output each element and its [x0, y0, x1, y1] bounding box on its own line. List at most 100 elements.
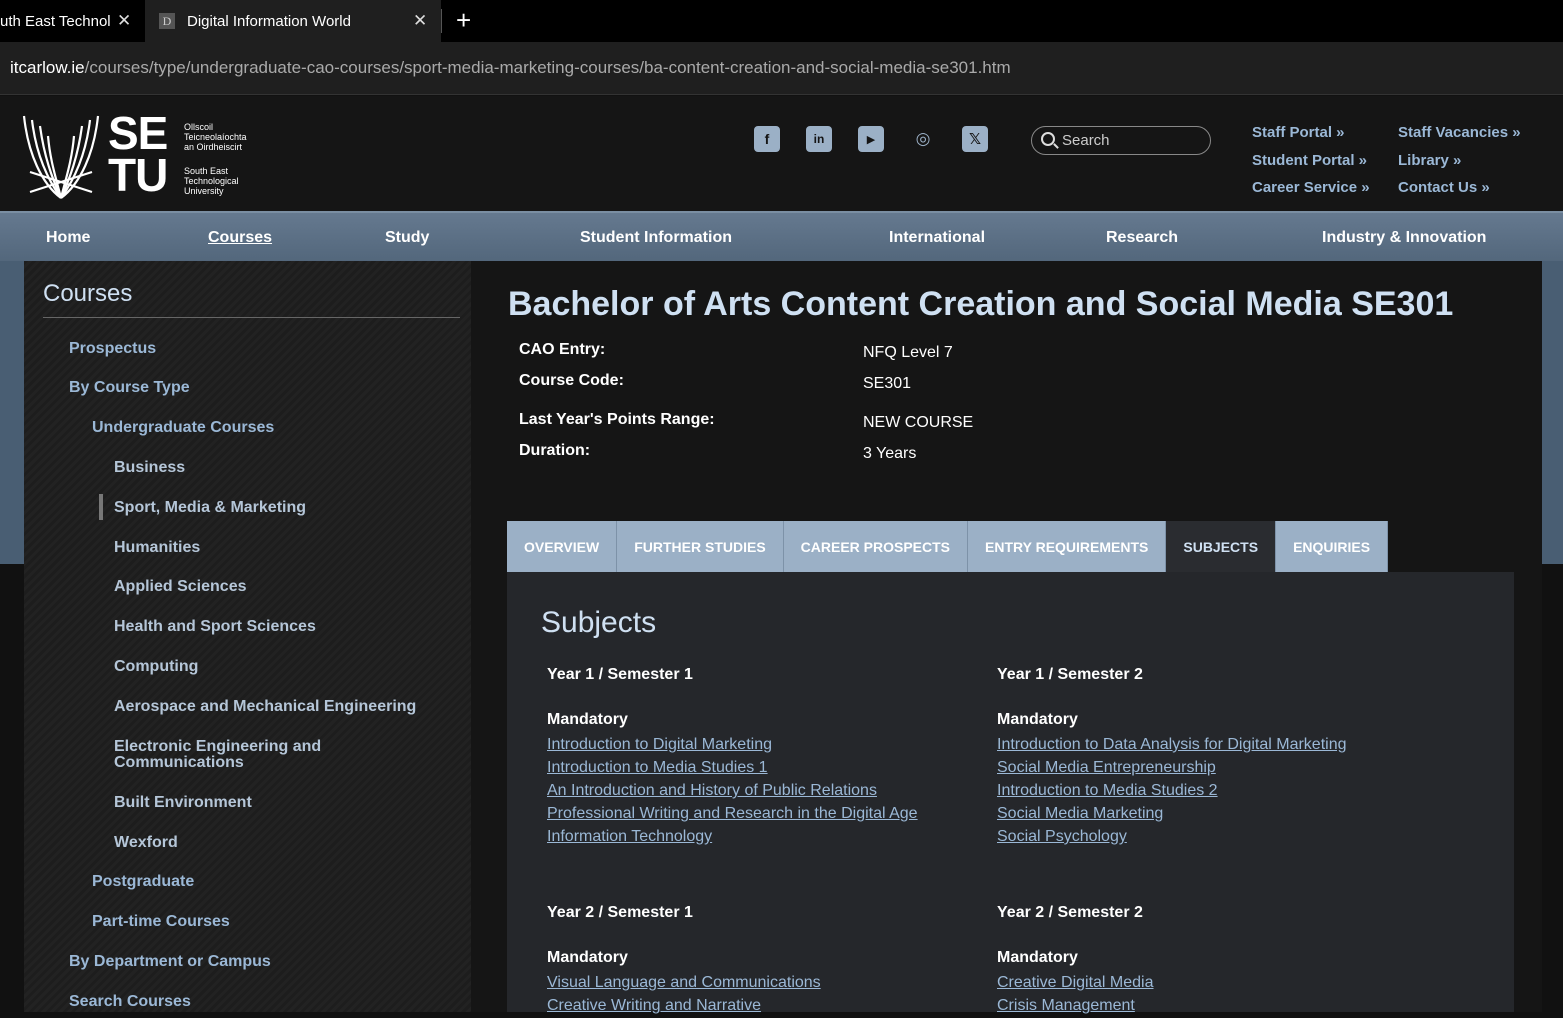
- logo-text-line: Teicneolaíochta: [184, 132, 247, 142]
- duration-value: 3 Years: [863, 445, 917, 462]
- semester-heading: Year 2 / Semester 1: [547, 904, 693, 921]
- mandatory-label: Mandatory: [997, 949, 1078, 966]
- subject-link[interactable]: Visual Language and Communications: [547, 972, 977, 995]
- semester-y1s2: Year 1 / Semester 2 Mandatory Introducti…: [997, 666, 1427, 849]
- student-portal-link[interactable]: Student Portal »: [1252, 152, 1367, 169]
- course-tabs: OVERVIEW FURTHER STUDIES CAREER PROSPECT…: [507, 521, 1389, 572]
- sidebar-item-business[interactable]: Business: [114, 460, 185, 476]
- sidebar-item-aerospace-mechanical[interactable]: Aerospace and Mechanical Engineering: [114, 699, 416, 715]
- logo-text-line: an Oirdheiscirt: [184, 142, 243, 152]
- nav-home[interactable]: Home: [46, 229, 90, 247]
- subject-link[interactable]: Creative Digital Media: [997, 972, 1427, 995]
- semester-heading: Year 2 / Semester 2: [997, 904, 1143, 921]
- logo-tu: TU: [108, 149, 168, 201]
- career-service-link[interactable]: Career Service »: [1252, 179, 1370, 196]
- nav-research[interactable]: Research: [1106, 229, 1178, 247]
- logo-se: SE: [108, 107, 168, 159]
- sidebar-item-health-sport-sciences[interactable]: Health and Sport Sciences: [114, 619, 316, 635]
- browser-tab-bar: uth East Technol ✕ D Digital Information…: [0, 0, 1563, 42]
- logo-text-line: Technological: [184, 176, 239, 186]
- subject-link[interactable]: Introduction to Digital Marketing: [547, 734, 977, 757]
- facebook-icon[interactable]: f: [754, 126, 780, 152]
- tab-career-prospects[interactable]: CAREER PROSPECTS: [783, 521, 969, 572]
- tab-entry-requirements[interactable]: ENTRY REQUIREMENTS: [968, 521, 1167, 572]
- logo-text-line: South East: [184, 166, 229, 176]
- tab-title: uth East Technol: [0, 12, 111, 30]
- site-search-input[interactable]: Search: [1031, 126, 1211, 155]
- logo-english-name: South East Technological University: [184, 166, 239, 196]
- course-content: Bachelor of Arts Content Creation and So…: [471, 261, 1542, 1014]
- sidebar-divider: [43, 317, 460, 318]
- sidebar-item-electronic-engineering[interactable]: Electronic Engineering and: [114, 739, 321, 755]
- tab-title: Digital Information World: [187, 12, 351, 30]
- sidebar-item-by-course-type[interactable]: By Course Type: [69, 380, 190, 396]
- library-link[interactable]: Library »: [1398, 152, 1461, 169]
- nav-study[interactable]: Study: [385, 229, 429, 247]
- address-bar[interactable]: itcarlow.ie/courses/type/undergraduate-c…: [0, 42, 1563, 95]
- tab-divider: [441, 9, 442, 33]
- site-favicon-icon: D: [159, 13, 175, 29]
- logo-text-line: Ollscoil: [184, 122, 214, 132]
- subject-link[interactable]: Professional Writing and Research in the…: [547, 803, 977, 826]
- sidebar-item-postgraduate[interactable]: Postgraduate: [92, 874, 194, 890]
- tab-further-studies[interactable]: FURTHER STUDIES: [617, 521, 784, 572]
- tab-subjects[interactable]: SUBJECTS: [1166, 521, 1277, 572]
- subject-link[interactable]: Crisis Management: [997, 995, 1427, 1018]
- points-range-value: NEW COURSE: [863, 414, 974, 431]
- staff-vacancies-link[interactable]: Staff Vacancies »: [1398, 124, 1521, 141]
- subject-link[interactable]: An Introduction and History of Public Re…: [547, 780, 977, 803]
- subjects-panel: Subjects Year 1 / Semester 1 Mandatory I…: [507, 572, 1514, 1014]
- close-tab-icon[interactable]: ✕: [413, 11, 427, 31]
- browser-tab-setu[interactable]: uth East Technol ✕: [0, 0, 144, 42]
- semester-y1s1: Year 1 / Semester 1 Mandatory Introducti…: [547, 666, 977, 849]
- nav-international[interactable]: International: [889, 229, 985, 247]
- sidebar-item-electronic-engineering-line2[interactable]: Communications: [114, 755, 244, 771]
- subject-link[interactable]: Information Technology: [547, 826, 977, 849]
- youtube-icon[interactable]: ▶: [858, 126, 884, 152]
- logo-irish-name: Ollscoil Teicneolaíochta an Oirdheiscirt: [184, 122, 247, 152]
- sidebar-item-search-courses[interactable]: Search Courses: [69, 994, 191, 1010]
- sidebar-item-sport-media-marketing[interactable]: Sport, Media & Marketing: [114, 500, 306, 516]
- tab-enquiries[interactable]: ENQUIRIES: [1276, 521, 1389, 572]
- sidebar-item-applied-sciences[interactable]: Applied Sciences: [114, 579, 247, 595]
- subject-link[interactable]: Social Media Marketing: [997, 803, 1427, 826]
- sidebar-item-wexford[interactable]: Wexford: [114, 835, 178, 851]
- new-tab-button[interactable]: +: [456, 6, 471, 34]
- courses-sidebar: Courses Prospectus By Course Type Underg…: [24, 261, 471, 1012]
- subject-link[interactable]: Introduction to Data Analysis for Digita…: [997, 734, 1427, 757]
- cao-entry-label: CAO Entry:: [519, 341, 606, 358]
- sidebar-item-part-time[interactable]: Part-time Courses: [92, 914, 230, 930]
- subject-link[interactable]: Social Psychology: [997, 826, 1427, 849]
- background-band: [1542, 261, 1563, 564]
- close-tab-icon[interactable]: ✕: [117, 11, 131, 31]
- x-icon[interactable]: 𝕏: [962, 126, 988, 152]
- browser-tab-digital-information-world[interactable]: D Digital Information World ✕: [145, 0, 441, 42]
- course-code-label: Course Code:: [519, 372, 624, 389]
- course-code-value: SE301: [863, 375, 912, 392]
- staff-portal-link[interactable]: Staff Portal »: [1252, 124, 1345, 141]
- active-item-indicator: [99, 494, 103, 520]
- semester-heading: Year 1 / Semester 1: [547, 666, 693, 683]
- subject-link[interactable]: Introduction to Media Studies 1: [547, 757, 977, 780]
- mandatory-label: Mandatory: [547, 711, 628, 728]
- sidebar-item-by-department[interactable]: By Department or Campus: [69, 954, 271, 970]
- setu-logo[interactable]: SE TU Ollscoil Teicneolaíochta an Oirdhe…: [22, 107, 262, 204]
- sidebar-item-undergraduate[interactable]: Undergraduate Courses: [92, 420, 274, 436]
- linkedin-icon[interactable]: in: [806, 126, 832, 152]
- nav-courses[interactable]: Courses: [208, 229, 272, 247]
- sidebar-item-built-environment[interactable]: Built Environment: [114, 795, 252, 811]
- sidebar-item-prospectus[interactable]: Prospectus: [69, 341, 156, 357]
- subject-link[interactable]: Social Media Entrepreneurship: [997, 757, 1427, 780]
- subjects-heading: Subjects: [541, 606, 657, 639]
- subject-link[interactable]: Introduction to Media Studies 2: [997, 780, 1427, 803]
- instagram-icon[interactable]: ◎: [910, 126, 936, 152]
- nav-student-information[interactable]: Student Information: [580, 229, 732, 247]
- logo-wordmark: SE TU: [108, 107, 168, 201]
- subject-link[interactable]: Creative Writing and Narrative: [547, 995, 977, 1018]
- sidebar-item-computing[interactable]: Computing: [114, 659, 198, 675]
- nav-industry-innovation[interactable]: Industry & Innovation: [1322, 229, 1486, 247]
- tab-overview[interactable]: OVERVIEW: [507, 521, 618, 572]
- semester-heading: Year 1 / Semester 2: [997, 666, 1143, 683]
- sidebar-item-humanities[interactable]: Humanities: [114, 540, 200, 556]
- contact-us-link[interactable]: Contact Us »: [1398, 179, 1490, 196]
